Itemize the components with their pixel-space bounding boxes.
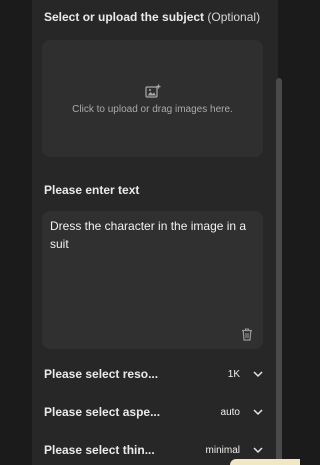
upload-section-title-text: Select or upload the subject xyxy=(44,10,205,24)
optional-label: (Optional) xyxy=(207,10,261,24)
scrollbar[interactable] xyxy=(276,78,282,465)
thinking-select-value: minimal xyxy=(205,445,240,456)
chevron-down-icon xyxy=(253,371,263,378)
corner-accent xyxy=(230,459,300,465)
upload-dropzone[interactable]: Click to upload or drag images here. xyxy=(42,40,263,157)
aspect-ratio-select-label: Please select aspe... xyxy=(44,405,161,419)
thinking-select-label: Please select thin... xyxy=(44,443,155,457)
add-image-icon xyxy=(145,84,161,98)
chevron-down-icon xyxy=(253,447,263,454)
page: Select or upload the subject (Optional) … xyxy=(0,0,300,465)
resolution-select[interactable]: Please select reso... 1K xyxy=(32,363,278,387)
aspect-ratio-select[interactable]: Please select aspe... auto xyxy=(32,401,278,425)
upload-hint: Click to upload or drag images here. xyxy=(72,104,233,115)
settings-panel: Select or upload the subject (Optional) … xyxy=(32,0,278,465)
upload-section-title: Select or upload the subject (Optional) xyxy=(44,10,260,24)
text-section-title: Please enter text xyxy=(44,183,140,197)
trash-icon[interactable] xyxy=(241,328,253,341)
prompt-textarea[interactable]: Dress the character in the image in a su… xyxy=(42,211,263,349)
resolution-select-value: 1K xyxy=(227,369,240,380)
chevron-down-icon xyxy=(253,409,263,416)
resolution-select-label: Please select reso... xyxy=(44,367,159,381)
prompt-text[interactable]: Dress the character in the image in a su… xyxy=(50,217,255,253)
aspect-ratio-select-value: auto xyxy=(220,407,240,418)
